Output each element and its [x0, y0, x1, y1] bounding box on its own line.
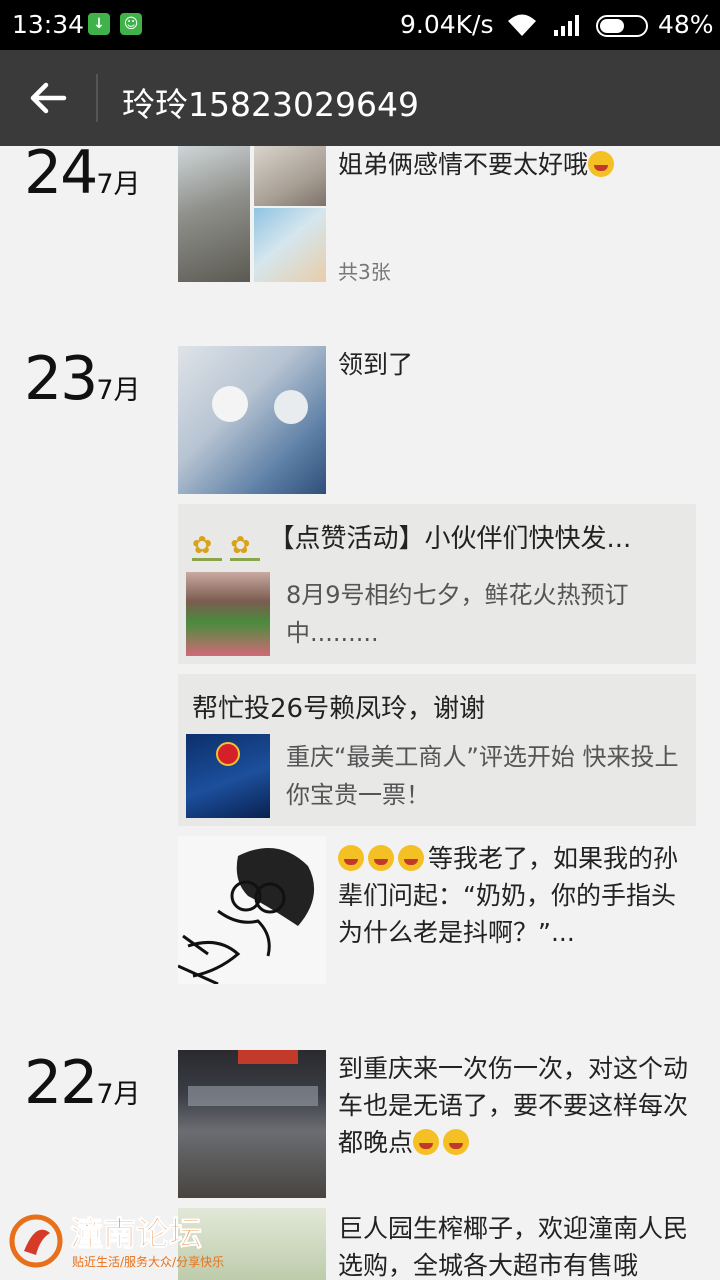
date-day: 24 [24, 146, 98, 208]
wifi-icon [508, 14, 536, 36]
signal-icon [554, 15, 579, 36]
date-month: 7月 [96, 169, 141, 200]
download-icon: ↓ [88, 13, 110, 35]
laugh-cry-emoji-icon [413, 1129, 440, 1155]
watermark-title: 潼南论坛 [70, 1214, 203, 1254]
post-photo[interactable] [178, 346, 326, 494]
forum-watermark: 潼南论坛 贴近生活/服务大众/分享快乐 [6, 1205, 256, 1275]
laugh-cry-emoji-icon [443, 1129, 470, 1155]
flower-icon: ✿ [192, 531, 222, 561]
grin-emoji-icon [368, 845, 394, 871]
back-button[interactable] [20, 70, 76, 126]
tongue-emoji-icon [588, 151, 615, 177]
shared-link-title: 帮忙投26号赖凤玲，谢谢 [192, 694, 486, 724]
post-photo[interactable] [178, 1050, 326, 1198]
date-month: 7月 [96, 1079, 141, 1110]
status-time: 13:34 [12, 10, 85, 39]
battery-percent: 48% [658, 10, 714, 39]
forum-logo-icon [9, 1214, 63, 1268]
android-icon: ☺ [120, 13, 142, 35]
shared-link-card[interactable]: 帮忙投26号赖凤玲，谢谢 重庆“最美工商人”评选开始 快来投上你宝贵一票！ [178, 674, 696, 826]
status-bar: 13:34 ↓ ☺ 9.04K/s 48% [0, 0, 720, 50]
post-text[interactable]: 到重庆来一次伤一次，对这个动车也是无语了，要不要这样每次都晚点 [338, 1050, 698, 1161]
arrow-left-icon [30, 82, 67, 114]
date-month: 7月 [96, 375, 141, 406]
battery-icon [596, 15, 648, 37]
date-label: 247月 [24, 146, 141, 208]
post-text[interactable]: 巨人园生榨椰子，欢迎潼南人民选购，全城各大超市有售哦 [338, 1210, 698, 1280]
post-text[interactable]: 等我老了，如果我的孙辈们问起：“奶奶，你的手指头为什么老是抖啊？”... [338, 840, 698, 951]
title-divider [96, 74, 98, 122]
shared-link-card[interactable]: ✿ ✿ 【点赞活动】小伙伴们快快发... 8月9号相约七夕，鲜花火热预订中...… [178, 504, 696, 664]
flower-icon: ✿ [230, 531, 261, 561]
page-title: 玲玲15823029649 [122, 85, 419, 124]
date-label: 237月 [24, 344, 141, 414]
grin-emoji-icon [398, 845, 424, 871]
title-bar: 玲玲15823029649 [0, 50, 720, 146]
shared-link-thumbnail [186, 734, 270, 818]
post-photo[interactable] [254, 208, 326, 282]
watermark-subtitle: 贴近生活/服务大众/分享快乐 [72, 1255, 225, 1269]
network-speed: 9.04K/s [400, 10, 494, 39]
date-label: 227月 [24, 1048, 141, 1118]
post-photo[interactable] [178, 146, 250, 282]
post-photo[interactable] [178, 836, 326, 984]
shared-link-title: ✿ ✿ 【点赞活动】小伙伴们快快发... [192, 524, 632, 561]
cartoon-illustration [178, 848, 315, 984]
grin-emoji-icon [338, 845, 364, 871]
shared-link-description: 重庆“最美工商人”评选开始 快来投上你宝贵一票！ [286, 743, 679, 809]
album-timeline[interactable]: 247月 姐弟俩感情不要太好哦 共3张 237月 领到了 ✿ ✿ 【点赞活动】小… [0, 146, 720, 1280]
date-day: 23 [24, 344, 98, 414]
post-text[interactable]: 姐弟俩感情不要太好哦 [338, 146, 698, 183]
photo-count: 共3张 [338, 260, 391, 284]
post-photo[interactable] [254, 146, 326, 206]
shared-link-description: 8月9号相约七夕，鲜花火热预订中......... [286, 581, 629, 647]
post-text[interactable]: 领到了 [338, 346, 698, 383]
shared-link-thumbnail [186, 572, 270, 656]
date-day: 22 [24, 1048, 98, 1118]
